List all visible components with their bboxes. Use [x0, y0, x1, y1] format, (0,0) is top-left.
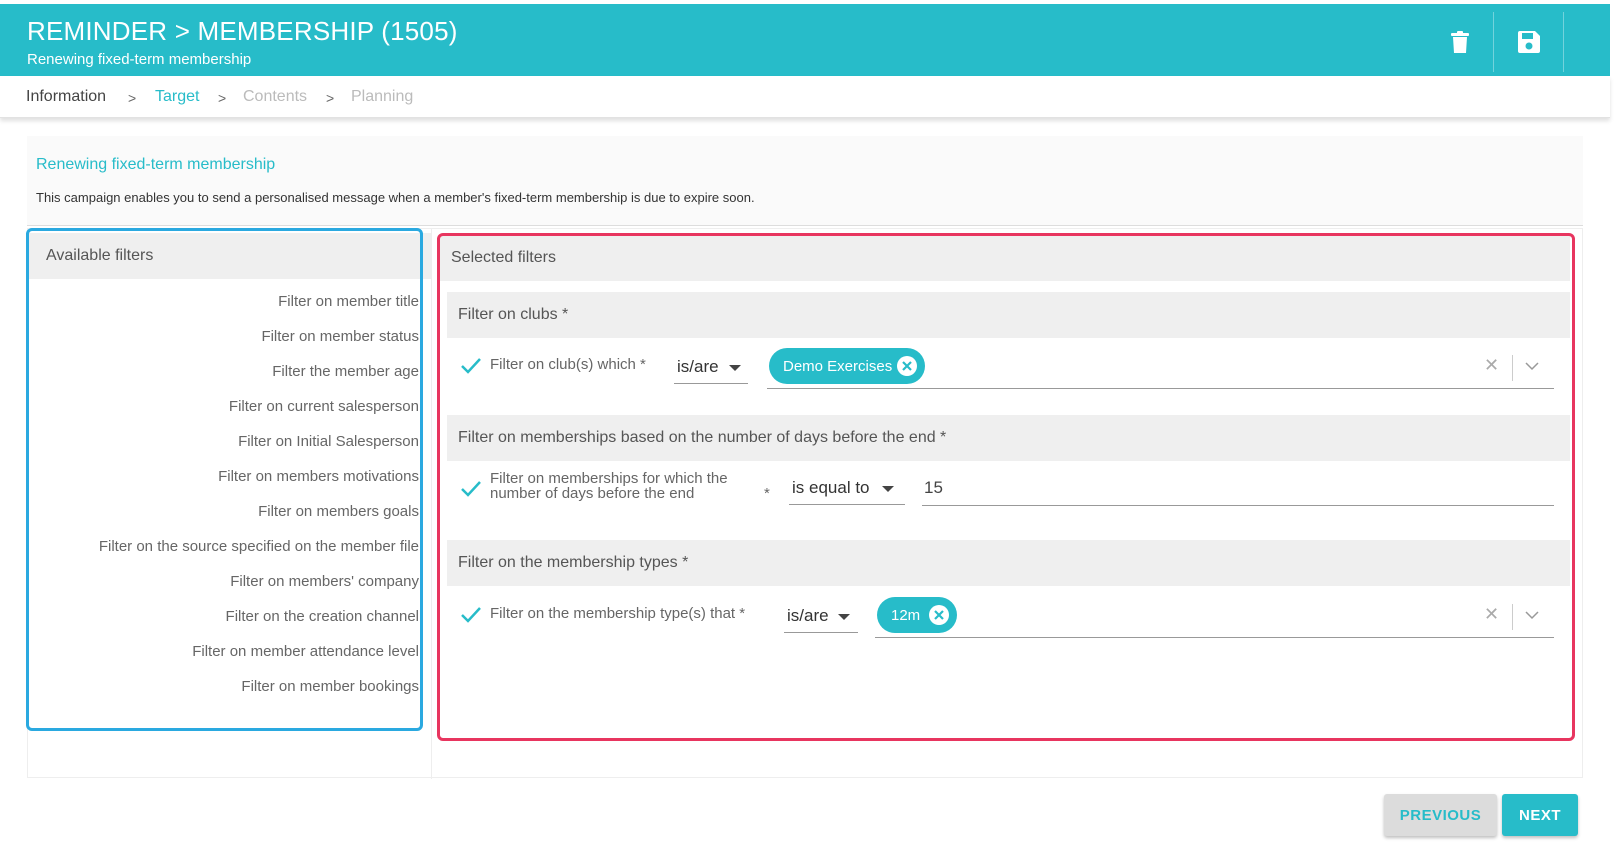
chevron-right-icon: >: [326, 90, 335, 106]
page-header: REMINDER > MEMBERSHIP (1505) Renewing fi…: [0, 4, 1610, 76]
clear-icon[interactable]: ✕: [1484, 604, 1499, 625]
floppy-disk-icon: [1518, 31, 1540, 53]
caret-down-icon: [882, 486, 894, 492]
check-icon: [461, 607, 481, 623]
available-filter-item[interactable]: Filter the member age: [272, 363, 419, 380]
required-mark: *: [764, 485, 770, 502]
campaign-description-card: Renewing fixed-term membership This camp…: [27, 136, 1583, 226]
available-filter-item[interactable]: Filter on member title: [278, 293, 419, 310]
filter-label: Filter on the membership type(s) that *: [490, 605, 746, 622]
page-subtitle: Renewing fixed-term membership: [27, 51, 252, 68]
selected-filters-heading: Selected filters: [440, 235, 1570, 281]
header-divider: [1493, 12, 1494, 72]
chip-label: 12m: [891, 606, 921, 624]
header-divider: [1563, 12, 1564, 72]
wizard-steps: Information > Target > Contents > Planni…: [0, 76, 1610, 118]
available-filter-item[interactable]: Filter on Initial Salesperson: [238, 433, 419, 450]
chip-label: Demo Exercises: [783, 357, 893, 375]
caret-down-icon: [729, 365, 741, 371]
previous-button[interactable]: PREVIOUS: [1384, 794, 1497, 836]
available-filter-item[interactable]: Filter on members' company: [230, 573, 419, 590]
filter-label: Filter on memberships for which the numb…: [490, 471, 728, 501]
filter-group-heading: Filter on memberships based on the numbe…: [447, 415, 1570, 461]
available-filter-item[interactable]: Filter on the creation channel: [226, 608, 419, 625]
available-filter-item[interactable]: Filter on current salesperson: [229, 398, 419, 415]
next-button[interactable]: NEXT: [1502, 794, 1578, 836]
available-filters-panel: Available filters Filter on member title…: [28, 229, 432, 779]
available-filter-item[interactable]: Filter on members motivations: [218, 468, 419, 485]
divider: [1512, 355, 1513, 381]
step-target[interactable]: Target: [155, 88, 199, 106]
chevron-down-icon[interactable]: [1525, 361, 1539, 371]
clear-icon[interactable]: ✕: [1484, 355, 1499, 376]
club-multiselect[interactable]: Demo Exercises ✕: [767, 345, 1554, 389]
step-contents[interactable]: Contents: [243, 88, 307, 106]
check-icon: [461, 358, 481, 374]
operator-value: is equal to: [792, 478, 870, 497]
chip-tag: Demo Exercises: [769, 348, 925, 384]
trash-icon: [1451, 31, 1469, 53]
available-filter-item[interactable]: Filter on member bookings: [241, 678, 419, 695]
remove-chip-icon[interactable]: [897, 356, 917, 376]
delete-button[interactable]: [1428, 12, 1492, 72]
chevron-down-icon[interactable]: [1525, 610, 1539, 620]
available-filter-item[interactable]: Filter on member status: [261, 328, 419, 345]
chevron-right-icon: >: [128, 90, 137, 106]
membership-type-multiselect[interactable]: 12m ✕: [875, 594, 1554, 638]
step-planning[interactable]: Planning: [351, 88, 413, 106]
campaign-title: Renewing fixed-term membership: [36, 156, 276, 173]
page-title: REMINDER > MEMBERSHIP (1505): [27, 16, 458, 46]
operator-value: is/are: [677, 357, 719, 376]
caret-down-icon: [838, 614, 850, 620]
filter-group-heading: Filter on the membership types *: [447, 540, 1570, 586]
available-filter-item[interactable]: Filter on the source specified on the me…: [99, 538, 419, 555]
available-filter-item[interactable]: Filter on member attendance level: [192, 643, 419, 660]
available-filters-heading: Available filters: [28, 233, 431, 279]
chip-tag: 12m: [877, 597, 957, 633]
filter-label-line: number of days before the end: [490, 485, 695, 502]
filter-label: Filter on club(s) which *: [490, 356, 646, 373]
step-information[interactable]: Information: [26, 88, 106, 106]
filter-label-line: Filter on memberships for which the: [490, 470, 728, 487]
divider: [1512, 604, 1513, 630]
filter-group-heading: Filter on clubs *: [447, 292, 1570, 338]
save-button[interactable]: [1497, 12, 1561, 72]
remove-chip-icon[interactable]: [929, 605, 949, 625]
campaign-description: This campaign enables you to send a pers…: [36, 190, 755, 205]
days-value-input[interactable]: [922, 470, 1554, 506]
check-icon: [461, 481, 481, 497]
chevron-right-icon: >: [218, 90, 227, 106]
available-filter-item[interactable]: Filter on members goals: [258, 503, 419, 520]
operator-value: is/are: [787, 606, 829, 625]
